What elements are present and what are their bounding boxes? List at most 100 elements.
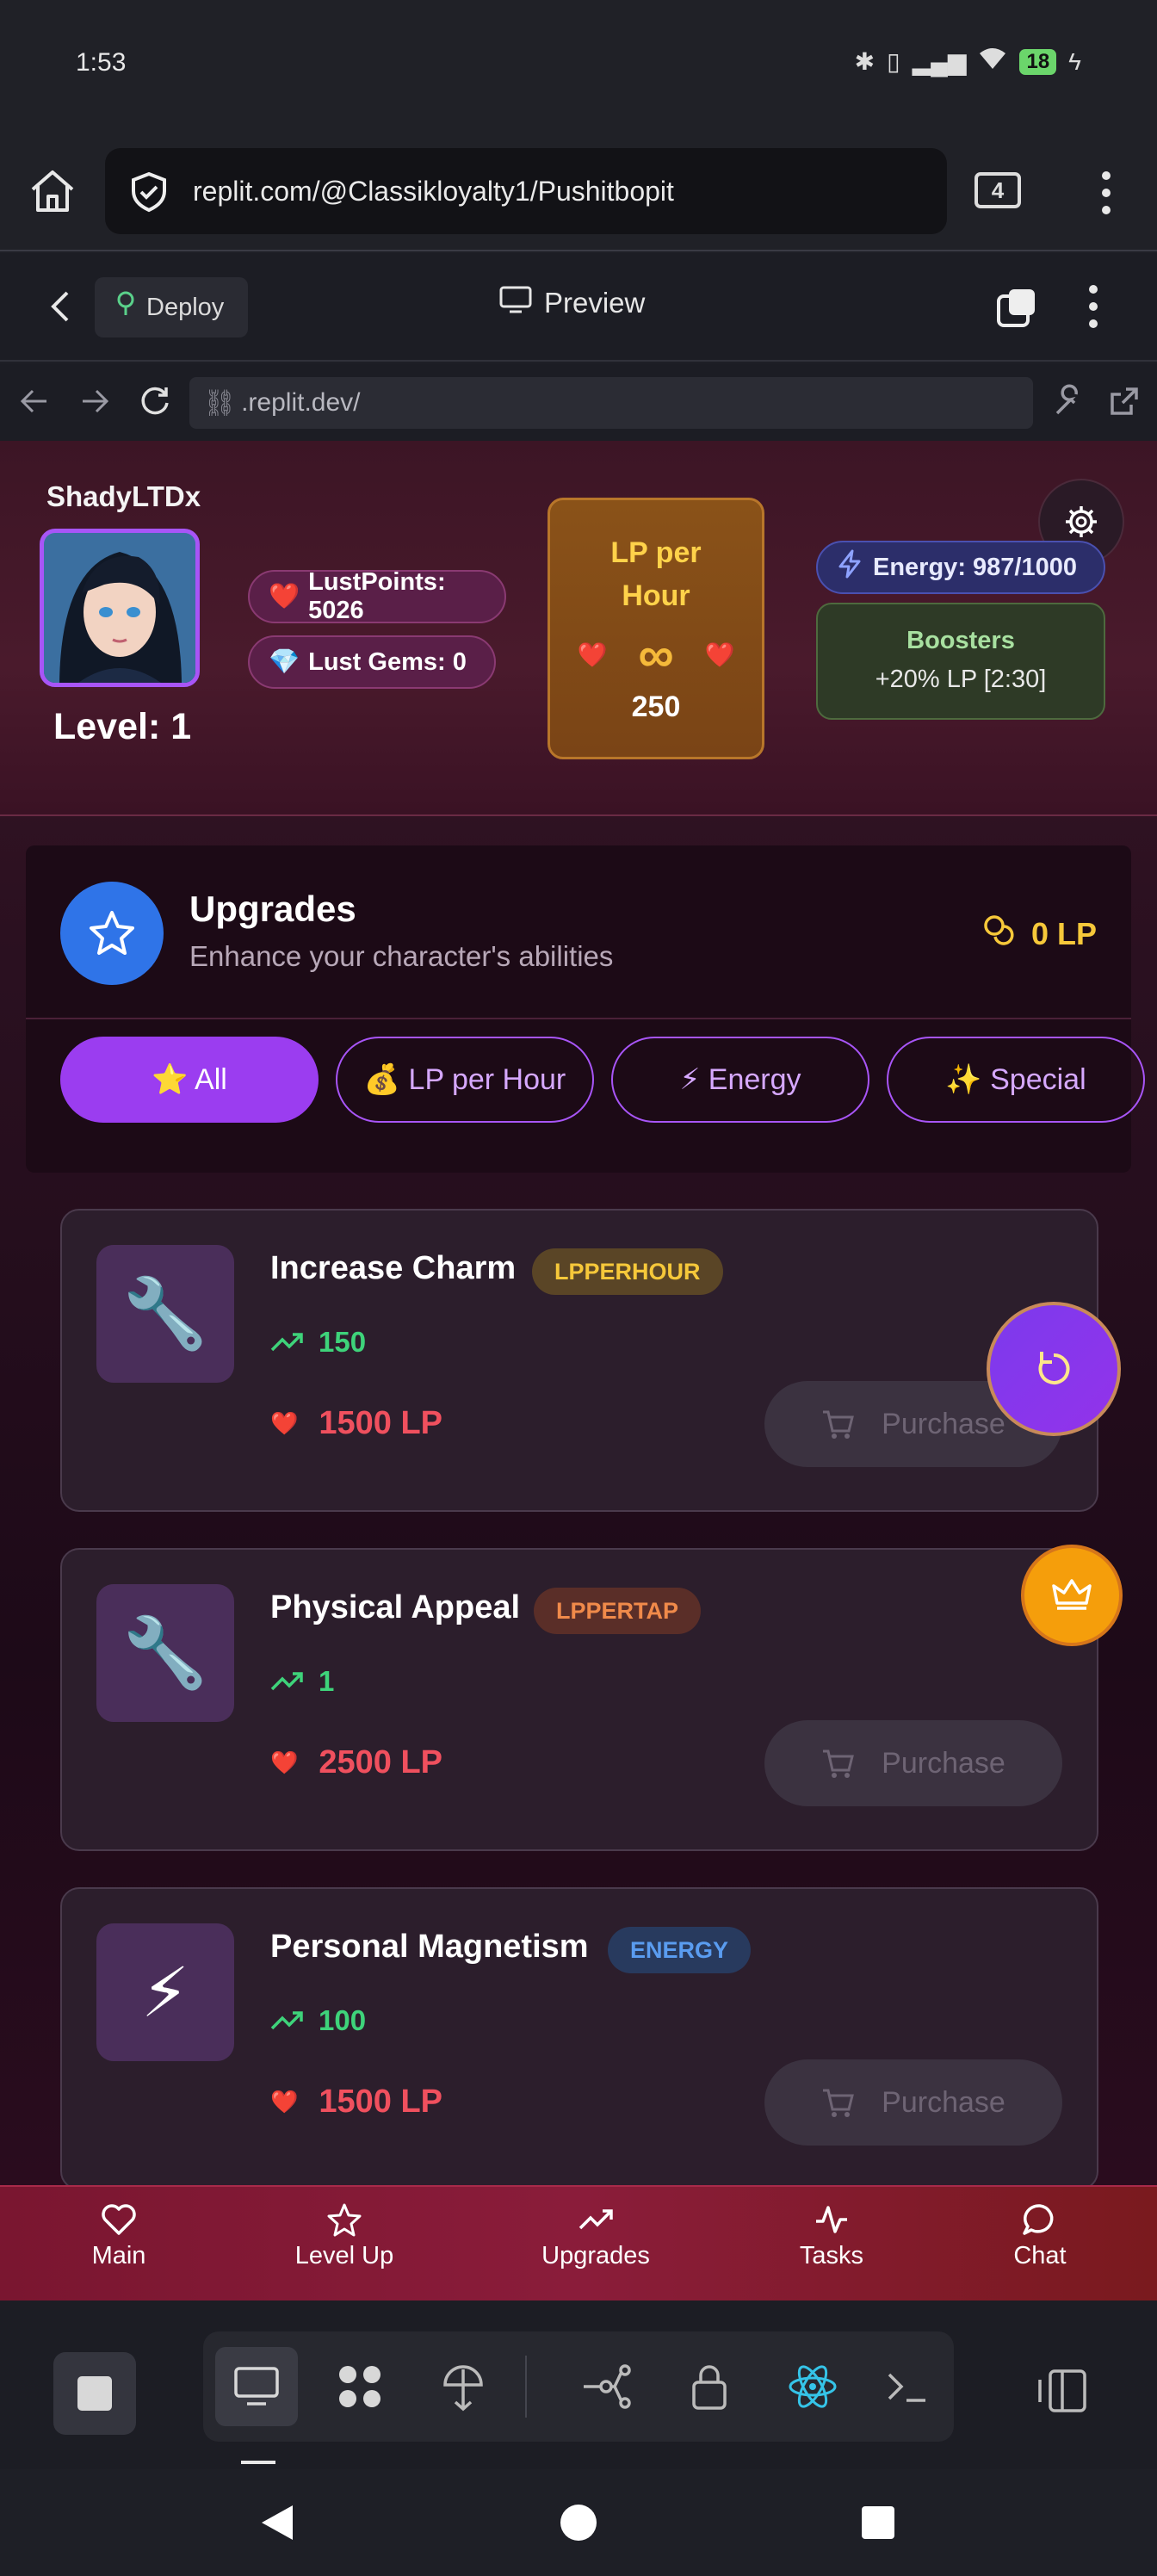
deploy-button[interactable]: Deploy — [95, 277, 248, 337]
heart-icon — [102, 2204, 136, 2235]
web-back-icon[interactable] — [17, 384, 52, 418]
deploy-tool-icon[interactable] — [422, 2347, 504, 2426]
upgrade-stat-value: 1 — [319, 1665, 335, 1697]
filter-lp-per-hour[interactable]: 💰 LP per Hour — [336, 1037, 594, 1123]
purchase-label: Purchase — [882, 2085, 1005, 2119]
upgrade-cost: ❤️ 2500 LP — [270, 1744, 442, 1781]
battery-icon: 18 — [1019, 48, 1057, 75]
lightning-icon: ⚡ — [96, 1923, 234, 2061]
filter-all[interactable]: ⭐ All — [60, 1037, 319, 1123]
player-header: ShadyLTDx Level: 1 ❤️ LustPoints: 5026 💎… — [0, 441, 1157, 816]
avatar[interactable] — [40, 529, 200, 687]
heart-icon: ❤️ — [269, 583, 300, 610]
charging-icon: ϟ — [1068, 47, 1081, 75]
lust-points-badge: ❤️ LustPoints: 5026 — [248, 568, 506, 624]
upgrades-panel: Upgrades Enhance your character's abilit… — [26, 845, 1145, 1173]
status-icons: ✱ ▯ ▂▄▆ 18 ϟ — [855, 46, 1081, 77]
preview-label: Preview — [544, 287, 646, 319]
tool-group — [203, 2331, 954, 2442]
wrench-icon[interactable] — [1052, 384, 1086, 418]
premium-button[interactable] — [1021, 1545, 1123, 1646]
upgrade-name: Increase Charm — [270, 1250, 517, 1286]
upgrade-type-badge: LPPERTAP — [534, 1588, 702, 1634]
nav-level-up[interactable]: Level Up — [258, 2202, 430, 2270]
gem-icon: 💎 — [269, 648, 300, 676]
agent-tool-icon[interactable] — [319, 2347, 401, 2426]
shell-tool-icon[interactable] — [866, 2347, 949, 2426]
nav-chat-label: Chat — [1013, 2242, 1067, 2269]
purchase-label: Purchase — [882, 1746, 1005, 1780]
webview-tool-icon[interactable] — [215, 2347, 298, 2426]
trending-up-icon — [270, 1672, 303, 1691]
upgrades-subtitle: Enhance your character's abilities — [189, 940, 614, 972]
tab-count-button[interactable]: 4 — [974, 172, 1021, 208]
webview-url-text: .replit.dev/ — [241, 388, 361, 417]
nav-main-label: Main — [91, 2242, 146, 2269]
open-external-icon[interactable] — [1107, 384, 1142, 418]
stop-button[interactable] — [53, 2352, 136, 2435]
upgrade-cost-value: 1500 LP — [319, 1405, 443, 1441]
browser-menu-icon[interactable] — [1093, 167, 1119, 219]
nav-upgrades-label: Upgrades — [541, 2242, 650, 2269]
upgrade-name: Personal Magnetism — [270, 1929, 589, 1965]
replit-toolbar: Deploy Preview — [0, 253, 1157, 362]
lp-per-hour-title: LP per Hour — [610, 536, 702, 612]
boosters-card[interactable]: Boosters +20% LP [2:30] — [816, 603, 1105, 720]
nav-chat[interactable]: Chat — [954, 2202, 1126, 2270]
purchase-button[interactable]: Purchase — [764, 1720, 1062, 1806]
upgrade-cost: ❤️ 1500 LP — [270, 1405, 442, 1442]
nav-upgrades[interactable]: Upgrades — [510, 2195, 682, 2280]
web-forward-icon[interactable] — [77, 384, 112, 418]
replit-tools-bar — [0, 2300, 1157, 2469]
git-tool-icon[interactable] — [565, 2347, 647, 2426]
secrets-tool-icon[interactable] — [668, 2347, 751, 2426]
url-text[interactable]: replit.com/@Classikloyalty1/Pushitbopit — [193, 176, 674, 207]
filter-special[interactable]: ✨ Special — [887, 1037, 1145, 1123]
preview-title: Preview — [499, 286, 645, 320]
lp-balance-value: 0 LP — [1030, 915, 1097, 951]
purchase-button[interactable]: Purchase — [764, 2059, 1062, 2146]
system-home-icon[interactable] — [560, 2504, 597, 2546]
stop-icon — [77, 2376, 112, 2411]
url-bar[interactable]: replit.com/@Classikloyalty1/Pushitbopit — [105, 148, 947, 234]
home-icon[interactable] — [24, 162, 81, 219]
upgrade-name: Physical Appeal — [270, 1589, 521, 1625]
trending-up-icon — [578, 2209, 613, 2230]
back-chevron-icon[interactable] — [43, 288, 81, 325]
signal-icon: ▂▄▆ — [912, 48, 967, 75]
cart-icon — [823, 1749, 855, 1778]
upgrade-card: 🔧 Increase Charm LPPERHOUR 150 ❤️ 1500 L… — [60, 1209, 1098, 1512]
nav-main[interactable]: Main — [33, 2202, 205, 2270]
status-time: 1:53 — [76, 48, 127, 77]
bluetooth-icon: ✱ — [854, 48, 875, 75]
panes-icon[interactable] — [995, 288, 1038, 329]
upgrade-cost-value: 2500 LP — [319, 1744, 443, 1780]
trending-up-icon — [270, 2011, 303, 2030]
nav-tasks[interactable]: Tasks — [746, 2202, 918, 2270]
upgrade-cost-value: 1500 LP — [319, 2084, 443, 2120]
energy-badge: Energy: 987/1000 — [816, 541, 1105, 594]
cart-icon — [823, 2089, 855, 2117]
nav-level-up-label: Level Up — [294, 2242, 394, 2269]
refresh-button[interactable] — [987, 1302, 1121, 1436]
lust-points-label: LustPoints: 5026 — [308, 568, 446, 624]
security-shield-icon[interactable] — [127, 170, 170, 218]
upgrade-stat-value: 150 — [319, 1326, 367, 1358]
replit-menu-icon[interactable] — [1086, 282, 1100, 331]
monitor-icon — [499, 286, 532, 320]
filter-energy[interactable]: ⚡ Energy — [611, 1037, 869, 1123]
side-panel-icon[interactable] — [1031, 2361, 1092, 2421]
system-recents-icon[interactable] — [861, 2505, 895, 2544]
system-back-icon[interactable] — [258, 2504, 296, 2546]
upgrade-stat: 100 — [270, 2004, 366, 2037]
web-reload-icon[interactable] — [138, 384, 172, 418]
refresh-icon — [1038, 1352, 1070, 1384]
infinity-symbol: ∞ — [638, 627, 674, 683]
lust-gems-label: Lust Gems: 0 — [308, 647, 467, 676]
nav-tasks-label: Tasks — [799, 2242, 864, 2269]
upgrades-title: Upgrades — [189, 889, 356, 929]
react-tool-icon[interactable] — [771, 2347, 854, 2426]
status-bar: 1:53 ✱ ▯ ▂▄▆ 18 ϟ — [0, 0, 1157, 129]
lust-gems-badge: 💎 Lust Gems: 0 — [248, 635, 496, 689]
webview-url-field[interactable]: ⛓ .replit.dev/ — [189, 377, 1033, 429]
